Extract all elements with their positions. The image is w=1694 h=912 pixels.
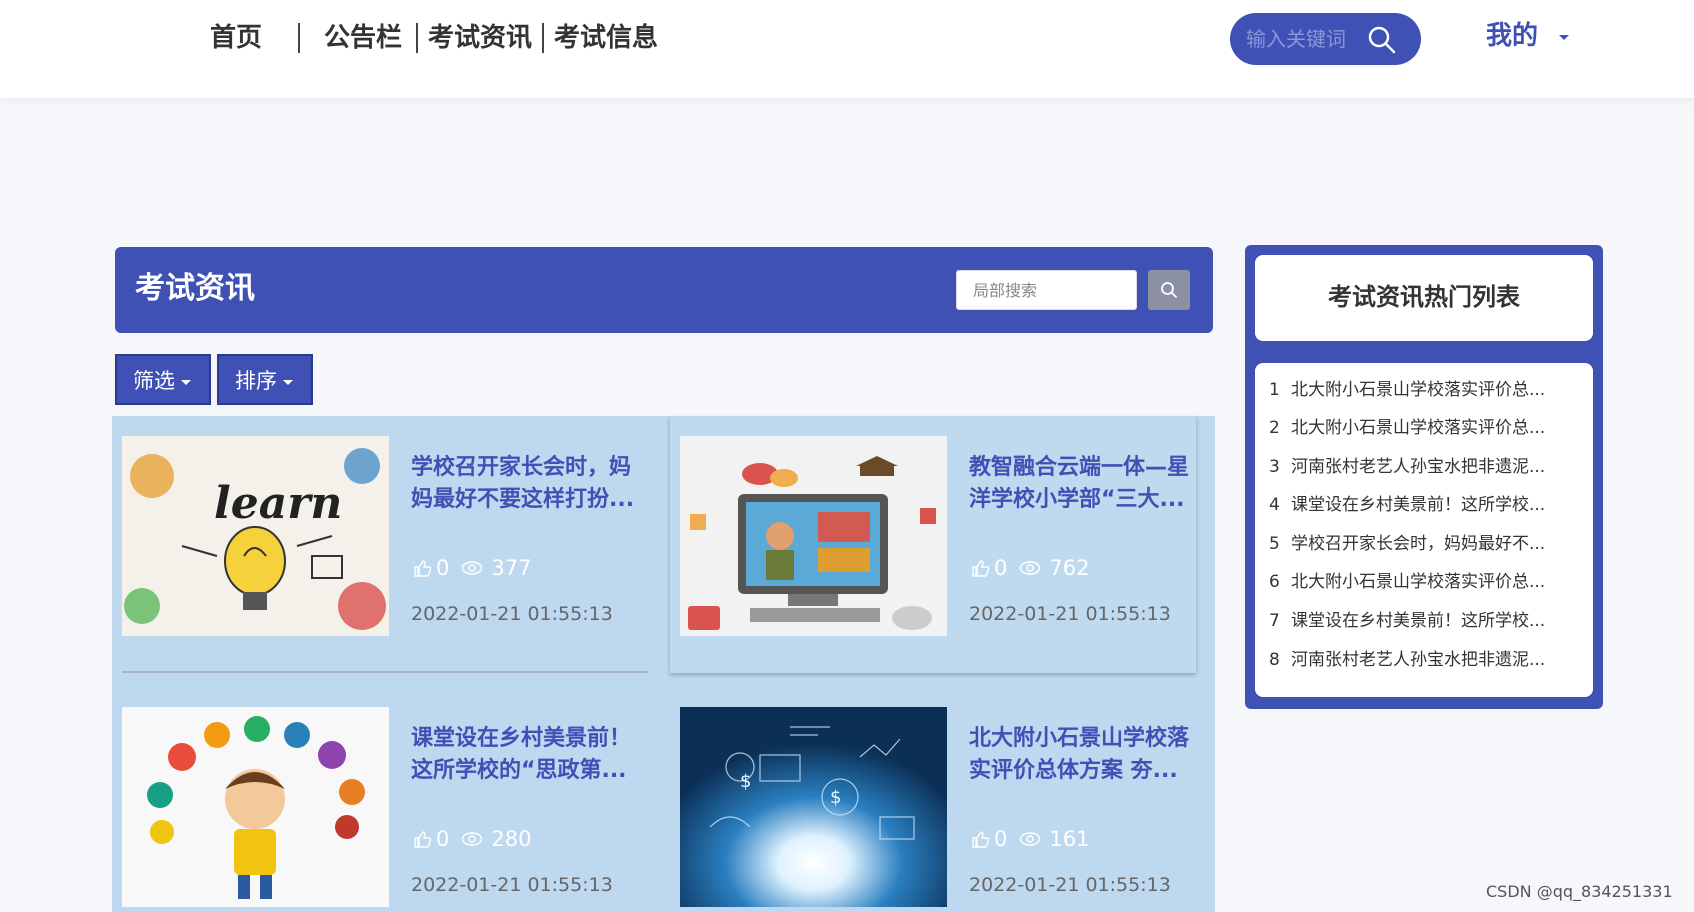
hot-item-text: 北大附小石景山学校落实评价总... <box>1291 380 1546 400</box>
news-date: 2022-01-21 01:55:13 <box>411 603 613 625</box>
global-search <box>1230 13 1421 65</box>
local-search-input[interactable] <box>956 270 1137 310</box>
hot-list-item[interactable]: 8 河南张村老艺人孙宝水把非遗泥... <box>1269 645 1587 675</box>
sort-dropdown-button[interactable]: 排序 <box>217 354 313 405</box>
hot-list-item[interactable]: 7 课堂设在乡村美景前！这所学校... <box>1269 606 1587 636</box>
hot-item-index: 1 <box>1269 380 1280 400</box>
news-date: 2022-01-21 01:55:13 <box>969 874 1171 896</box>
news-title[interactable]: 课堂设在乡村美景前！这所学校的“思政第... <box>411 723 635 787</box>
chevron-down-icon[interactable] <box>1559 35 1569 40</box>
news-card[interactable]: learn 学校召开家长会时，妈妈最好不要这样打扮... 0 377 2022-… <box>112 416 648 673</box>
news-meta: 0 161 <box>970 827 1089 851</box>
hot-list-item[interactable]: 2 北大附小石景山学校落实评价总... <box>1269 413 1587 443</box>
hot-item-index: 3 <box>1269 457 1280 477</box>
caret-down-icon <box>181 379 191 385</box>
hot-item-text: 河南张村老艺人孙宝水把非遗泥... <box>1291 650 1546 670</box>
hot-item-text: 课堂设在乡村美景前！这所学校... <box>1291 495 1546 515</box>
hot-item-index: 5 <box>1269 534 1280 554</box>
hot-item-text: 北大附小石景山学校落实评价总... <box>1291 418 1546 438</box>
hot-item-index: 7 <box>1269 611 1280 631</box>
eye-icon <box>462 832 483 846</box>
filter-dropdown-button[interactable]: 筛选 <box>115 354 211 405</box>
hot-list-item[interactable]: 3 河南张村老艺人孙宝水把非遗泥... <box>1269 452 1587 482</box>
nav-exam-info[interactable]: 考试信息 <box>544 20 668 56</box>
hot-item-index: 2 <box>1269 418 1280 438</box>
hot-list-item[interactable]: 1 北大附小石景山学校落实评价总... <box>1269 375 1587 405</box>
hot-list-panel: 考试资讯热门列表 1 北大附小石景山学校落实评价总... 2 北大附小石景山学校落实… <box>1245 245 1603 709</box>
view-count: 280 <box>491 827 532 851</box>
news-thumbnail-student[interactable] <box>122 707 389 907</box>
news-thumbnail-lightbulb[interactable]: $ $ <box>680 707 947 907</box>
hot-item-text: 河南张村老艺人孙宝水把非遗泥... <box>1291 457 1546 477</box>
hot-item-index: 6 <box>1269 572 1280 592</box>
like-icon[interactable] <box>412 558 432 578</box>
card-divider <box>122 671 648 673</box>
like-icon[interactable] <box>970 558 990 578</box>
news-card[interactable]: 教智融合云端一体—星洋学校小学部“三大... 0 762 2022-01-21 … <box>670 416 1196 673</box>
hot-item-index: 4 <box>1269 495 1280 515</box>
like-count: 0 <box>994 827 1008 851</box>
nav-home[interactable]: 首页 <box>196 20 298 56</box>
eye-icon <box>1020 561 1041 575</box>
main-nav: 首页 公告栏 考试资讯 考试信息 <box>196 18 668 58</box>
hot-list: 1 北大附小石景山学校落实评价总... 2 北大附小石景山学校落实评价总... 3河… <box>1255 363 1593 697</box>
news-meta: 0 280 <box>412 827 531 851</box>
hot-list-item[interactable]: 6 北大附小石景山学校落实评价总... <box>1269 567 1587 597</box>
news-title[interactable]: 教智融合云端一体—星洋学校小学部“三大... <box>969 452 1193 516</box>
search-icon <box>1161 282 1177 298</box>
like-count: 0 <box>436 827 450 851</box>
news-meta: 0 762 <box>970 556 1089 580</box>
news-date: 2022-01-21 01:55:13 <box>969 603 1171 625</box>
news-title[interactable]: 学校召开家长会时，妈妈最好不要这样打扮... <box>411 452 635 516</box>
global-search-input[interactable] <box>1246 23 1376 55</box>
search-icon[interactable] <box>1367 25 1397 55</box>
sort-label: 排序 <box>235 369 277 393</box>
news-thumbnail-learn[interactable]: learn <box>122 436 389 636</box>
like-icon[interactable] <box>412 829 432 849</box>
view-count: 377 <box>491 556 532 580</box>
news-thumbnail-online-class[interactable] <box>680 436 947 636</box>
hot-item-text: 北大附小石景山学校落实评价总... <box>1291 572 1546 592</box>
top-navbar: 首页 公告栏 考试资讯 考试信息 我的 <box>0 0 1694 98</box>
filter-label: 筛选 <box>133 369 175 393</box>
hot-list-title: 考试资讯热门列表 <box>1328 283 1520 311</box>
like-count: 0 <box>994 556 1008 580</box>
news-date: 2022-01-21 01:55:13 <box>411 874 613 896</box>
caret-down-icon <box>283 379 293 385</box>
news-card[interactable]: $ $ 北大附小石景山学校落实评价总体方案 夯... 0 161 2022-01… <box>670 687 1196 912</box>
hot-list-header: 考试资讯热门列表 <box>1255 255 1593 341</box>
hot-list-item[interactable]: 4 课堂设在乡村美景前！这所学校... <box>1269 490 1587 520</box>
local-search-button[interactable] <box>1148 270 1190 310</box>
hot-list-item[interactable]: 5 学校召开家长会时，妈妈最好不... <box>1269 529 1587 559</box>
svg-text:$: $ <box>740 771 751 792</box>
news-card[interactable]: 课堂设在乡村美景前！这所学校的“思政第... 0 280 2022-01-21 … <box>112 687 638 912</box>
hot-item-index: 8 <box>1269 650 1280 670</box>
watermark: CSDN @qq_834251331 <box>1486 882 1673 901</box>
eye-icon <box>462 561 483 575</box>
nav-exam-news[interactable]: 考试资讯 <box>418 20 542 56</box>
view-count: 161 <box>1049 827 1090 851</box>
nav-notice-board[interactable]: 公告栏 <box>300 20 416 56</box>
news-list: learn 学校召开家长会时，妈妈最好不要这样打扮... 0 377 2022-… <box>112 416 1215 912</box>
section-header: 考试资讯 <box>115 247 1213 333</box>
svg-text:$: $ <box>830 787 841 808</box>
my-account-menu[interactable]: 我的 <box>1486 18 1538 54</box>
like-count: 0 <box>436 556 450 580</box>
like-icon[interactable] <box>970 829 990 849</box>
view-count: 762 <box>1049 556 1090 580</box>
hot-item-text: 学校召开家长会时，妈妈最好不... <box>1291 534 1546 554</box>
news-title[interactable]: 北大附小石景山学校落实评价总体方案 夯... <box>969 723 1193 787</box>
news-meta: 0 377 <box>412 556 531 580</box>
eye-icon <box>1020 832 1041 846</box>
svg-text:learn: learn <box>214 478 342 529</box>
hot-item-text: 课堂设在乡村美景前！这所学校... <box>1291 611 1546 631</box>
page-title: 考试资讯 <box>135 271 255 306</box>
